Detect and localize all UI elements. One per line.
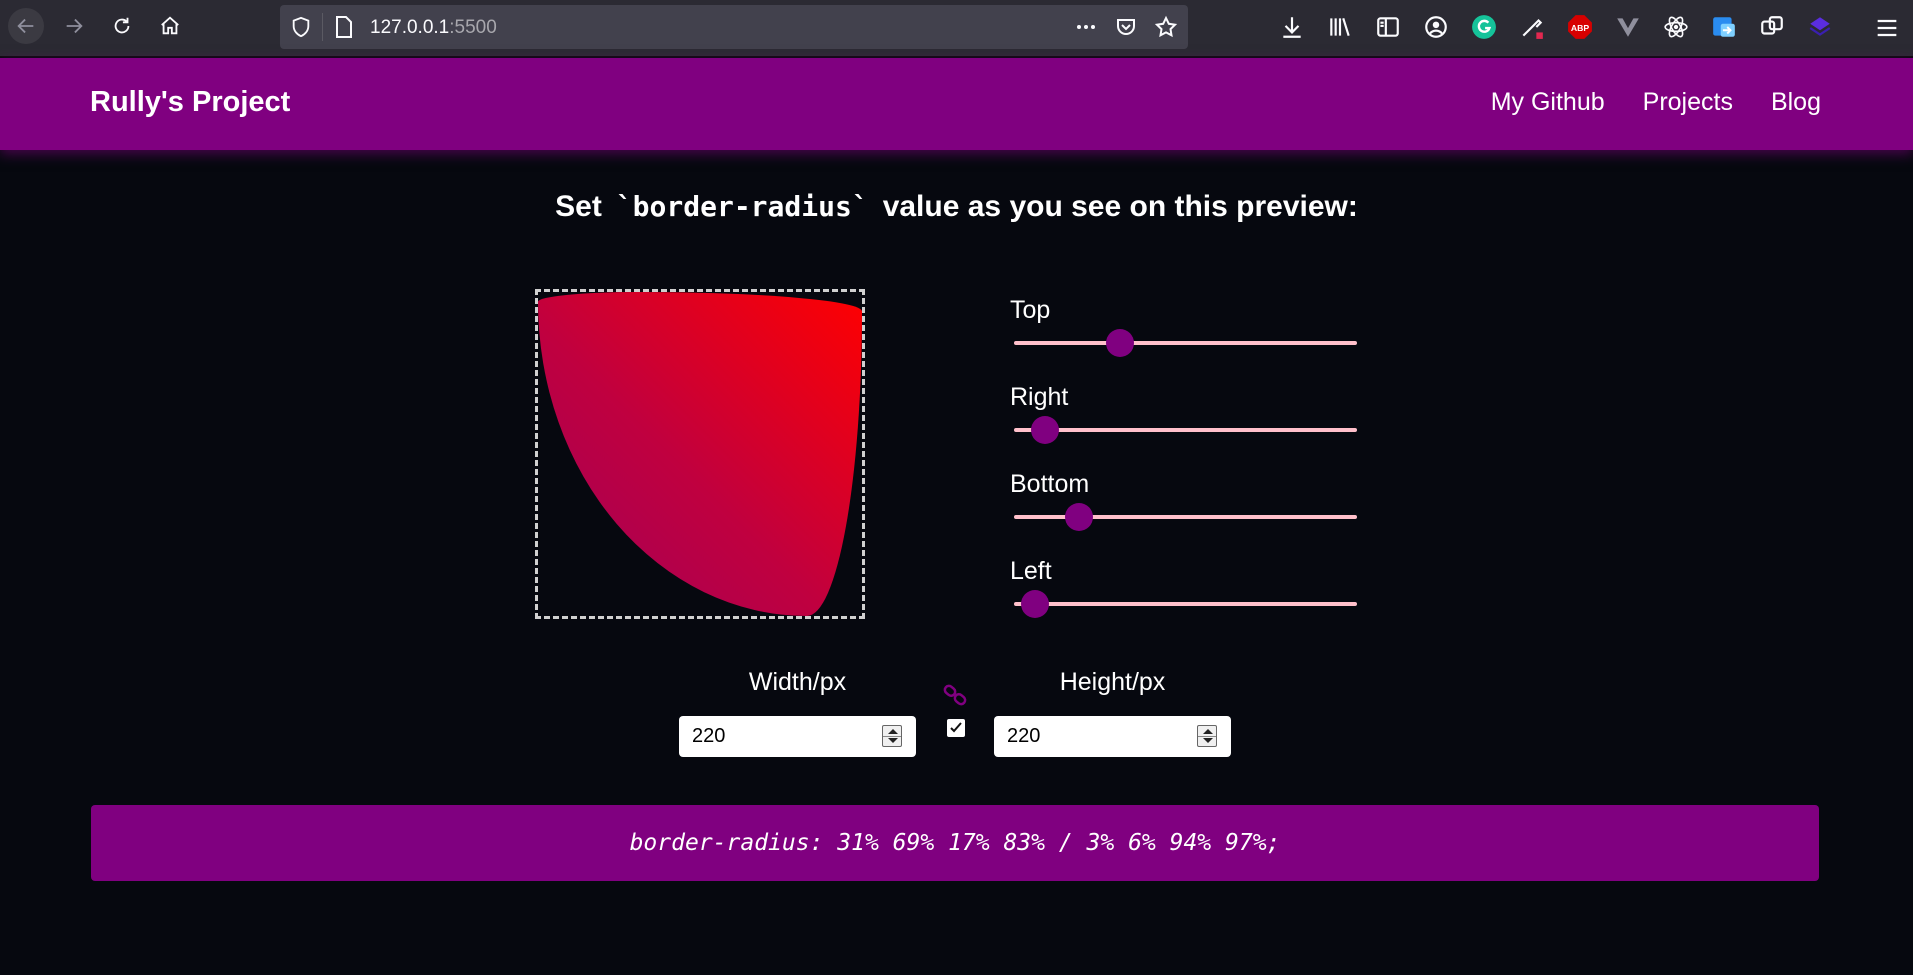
url-separator (322, 13, 323, 41)
hamburger-menu-icon[interactable] (1873, 14, 1901, 42)
bookmark-star-icon[interactable] (1154, 15, 1178, 39)
slider-bottom: Bottom (1010, 470, 1357, 531)
url-text[interactable]: 127.0.0.1:5500 (370, 17, 497, 39)
css-output-box: border-radius: 31% 69% 17% 83% / 3% 6% 9… (91, 805, 1819, 881)
svg-text:ABP: ABP (1571, 23, 1590, 33)
downloads-icon[interactable] (1278, 13, 1306, 41)
spinner-up-icon[interactable] (1203, 729, 1213, 734)
adblock-plus-icon[interactable]: ABP (1566, 13, 1594, 41)
spinner-up-icon[interactable] (888, 729, 898, 734)
nav-link-projects[interactable]: Projects (1643, 88, 1733, 117)
more-actions-icon[interactable] (1074, 15, 1098, 39)
arrow-right-icon (66, 18, 83, 34)
slider-track-right[interactable] (1014, 416, 1357, 444)
preview-frame (535, 289, 865, 619)
nav-link-blog[interactable]: Blog (1771, 88, 1821, 117)
url-port: :5500 (449, 17, 497, 38)
height-input-value: 220 (1007, 725, 1041, 747)
checkmark-icon (950, 722, 962, 733)
browser-toolbar: 127.0.0.1:5500 ABP (0, 0, 1913, 57)
height-label: Height/px (1059, 668, 1166, 696)
slider-label-bottom: Bottom (1010, 470, 1090, 498)
home-icon (161, 16, 179, 35)
page-icon (336, 16, 352, 38)
slider-thumb-top[interactable] (1106, 329, 1135, 357)
nav-link-github[interactable]: My Github (1491, 88, 1605, 117)
grammarly-icon[interactable] (1470, 13, 1498, 41)
slider-left: Left (1010, 557, 1357, 618)
heading-text-before: Set (555, 190, 602, 223)
pocket-icon[interactable] (1114, 15, 1138, 39)
screenshot-extension-icon[interactable] (1710, 13, 1738, 41)
color-picker-icon[interactable] (1518, 13, 1546, 41)
sidebar-icon[interactable] (1374, 13, 1402, 41)
react-devtools-icon[interactable] (1662, 13, 1690, 41)
library-icon[interactable] (1326, 13, 1354, 41)
width-spinner[interactable] (882, 725, 902, 747)
heading-code: `border-radius` (615, 190, 869, 223)
css-output-text[interactable]: border-radius: 31% 69% 17% 83% / 3% 6% 9… (630, 830, 1281, 856)
height-spinner[interactable] (1197, 725, 1217, 747)
url-host: 127.0.0.1 (370, 17, 450, 38)
arrow-left-icon (17, 18, 34, 34)
site-title[interactable]: Rully's Project (90, 86, 290, 119)
back-button[interactable] (8, 8, 44, 44)
slider-thumb-left[interactable] (1020, 590, 1049, 618)
reload-button[interactable] (104, 8, 140, 44)
reload-icon (114, 17, 130, 34)
slider-label-left: Left (1010, 557, 1052, 585)
forward-button[interactable] (56, 8, 92, 44)
slider-track-bottom[interactable] (1014, 503, 1357, 531)
aspect-lock-checkbox[interactable] (947, 719, 965, 737)
slider-thumb-bottom[interactable] (1065, 503, 1094, 531)
slider-track-left[interactable] (1014, 590, 1357, 618)
slider-top: Top (1010, 296, 1357, 357)
slider-label-right: Right (1010, 383, 1069, 411)
link-chain-icon (943, 684, 967, 706)
heading-text-after: value as you see on this preview: (882, 190, 1358, 223)
slider-label-top: Top (1010, 296, 1051, 324)
layers-extension-icon[interactable] (1806, 13, 1834, 41)
width-input[interactable]: 220 (679, 716, 916, 757)
url-bar[interactable]: 127.0.0.1:5500 (280, 5, 1188, 49)
preview-shape (538, 292, 862, 616)
width-label: Width/px (748, 668, 847, 696)
slider-track-top[interactable] (1014, 329, 1357, 357)
site-nav: My Github Projects Blog (1491, 88, 1821, 117)
shield-icon[interactable] (290, 16, 312, 38)
site-header: Rully's Project My Github Projects Blog (0, 58, 1913, 150)
spinner-down-icon[interactable] (1203, 738, 1213, 743)
account-icon[interactable] (1422, 13, 1450, 41)
link-extension-icon[interactable] (1758, 13, 1786, 41)
home-button[interactable] (152, 8, 188, 44)
page-heading: Set `border-radius` value as you see on th… (0, 190, 1913, 224)
height-input[interactable]: 220 (994, 716, 1231, 757)
width-input-value: 220 (692, 725, 726, 747)
vue-devtools-icon[interactable] (1614, 13, 1642, 41)
spinner-down-icon[interactable] (888, 738, 898, 743)
slider-right: Right (1010, 383, 1357, 444)
slider-thumb-right[interactable] (1030, 416, 1059, 444)
